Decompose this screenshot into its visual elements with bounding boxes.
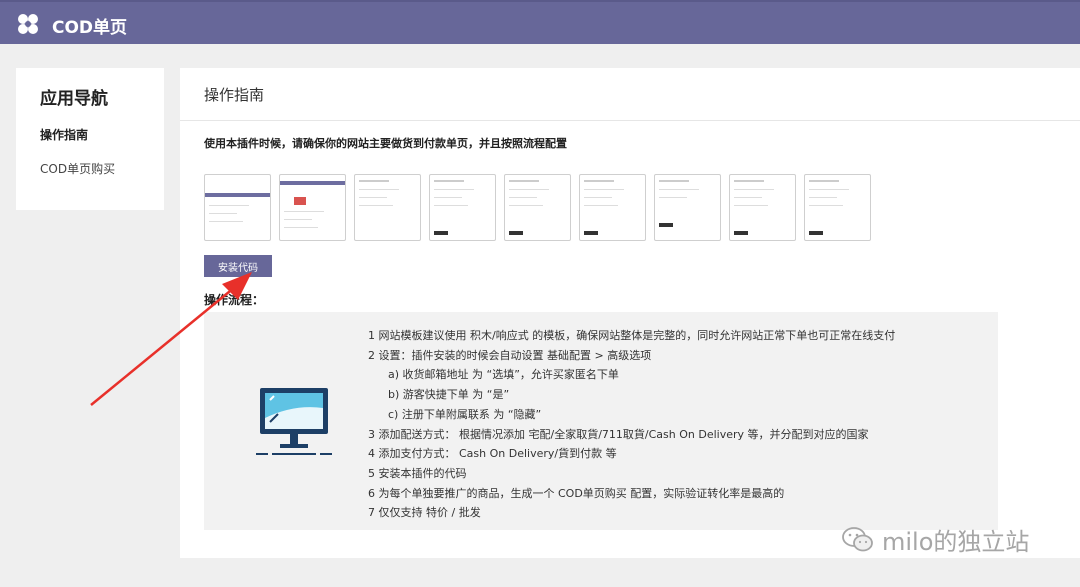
page-title: 操作指南: [204, 86, 265, 104]
thumbnail-1[interactable]: [204, 174, 271, 241]
step-1: 1 网站模板建议使用 积木/响应式 的模板，确保网站整体是完整的，同时允许网站正…: [368, 329, 896, 342]
sidebar: 应用导航 操作指南 COD单页购买: [16, 68, 164, 210]
process-label: 操作流程：: [204, 293, 265, 307]
sidebar-item-guide[interactable]: 操作指南: [40, 126, 88, 143]
thumbnail-8[interactable]: [729, 174, 796, 241]
thumbnail-5[interactable]: [504, 174, 571, 241]
step-2b: b) 游客快捷下单 为 “是”: [388, 388, 510, 402]
step-2c: c) 注册下单附属联系 为 “隐藏”: [388, 407, 542, 421]
main-panel: 操作指南 使用本插件时候，请确保你的网站主要做货到付款单页，并且按照流程配置 安…: [180, 68, 1080, 558]
watermark: milo的独立站: [842, 522, 1029, 557]
thumbnail-7[interactable]: [654, 174, 721, 241]
install-code-button[interactable]: 安装代码: [204, 255, 272, 277]
wechat-icon: [842, 526, 873, 551]
thumbnail-9[interactable]: [804, 174, 871, 241]
thumbnail-6[interactable]: [579, 174, 646, 241]
app-title: COD单页: [52, 18, 128, 38]
step-5: 5 安装本插件的代码: [368, 466, 467, 480]
step-7: 7 仅仅支持 特价 / 批发: [368, 506, 481, 520]
screenshot-thumbnails: [204, 174, 871, 241]
step-2: 2 设置：插件安装的时候会自动设置 基础配置 > 高级选项: [368, 348, 652, 362]
thumbnail-2[interactable]: [279, 174, 346, 241]
sidebar-item-cod-purchase[interactable]: COD单页购买: [40, 160, 115, 177]
divider: [180, 120, 1080, 121]
step-2a: a) 收货邮箱地址 为 “选填”，允许买家匿名下单: [388, 368, 619, 382]
thumbnail-4[interactable]: [429, 174, 496, 241]
sidebar-title: 应用导航: [40, 89, 108, 109]
clover-icon: [18, 14, 38, 34]
step-6: 6 为每个单独要推广的商品，生成一个 COD单页购买 配置，实际验证转化率是最高…: [368, 486, 785, 500]
step-3: 3 添加配送方式： 根据情况添加 宅配/全家取貨/711取貨/Cash On D…: [368, 427, 869, 441]
steps-box: 1 网站模板建议使用 积木/响应式 的模板，确保网站整体是完整的，同时允许网站正…: [204, 312, 998, 530]
instruction-text: 使用本插件时候，请确保你的网站主要做货到付款单页，并且按照流程配置: [204, 137, 567, 150]
top-bar: COD单页: [0, 0, 1080, 44]
steps-list: 1 网站模板建议使用 积木/响应式 的模板，确保网站整体是完整的，同时允许网站正…: [368, 326, 895, 523]
watermark-text: milo的独立站: [882, 528, 1030, 556]
monitor-icon: [256, 388, 332, 455]
thumbnail-3[interactable]: [354, 174, 421, 241]
step-4: 4 添加支付方式： Cash On Delivery/貨到付款 等: [368, 447, 617, 461]
